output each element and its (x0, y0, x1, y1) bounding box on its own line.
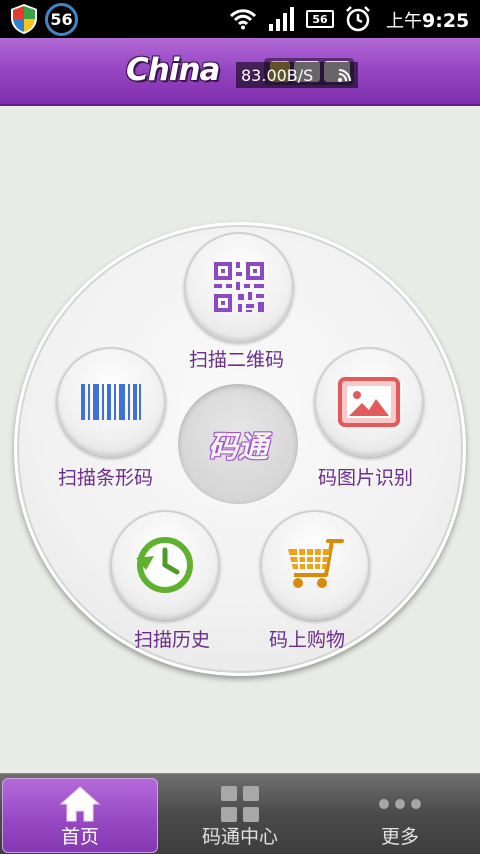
alarm-icon (346, 6, 370, 32)
network-speed-overlay: 83.00B/S (236, 62, 358, 88)
image-recognition-button[interactable] (314, 347, 424, 457)
shopping-cart-icon (288, 539, 344, 588)
scan-qr-label: 扫描二维码 (189, 349, 285, 371)
rss-icon (338, 69, 351, 82)
tab-more-label: 更多 (380, 826, 419, 848)
clock: 上午9:25 (386, 7, 476, 32)
scan-history-button[interactable] (110, 510, 220, 620)
shopping-button[interactable] (260, 510, 370, 620)
scan-barcode-label: 扫描条形码 (58, 467, 154, 489)
clock-period: 上午 (386, 11, 422, 32)
more-dots-icon (379, 799, 421, 809)
wifi-icon (229, 9, 257, 30)
history-clock-icon (136, 537, 193, 593)
scan-qr-button[interactable] (184, 232, 294, 342)
grid-icon (221, 786, 259, 822)
network-speed: 83.00B/S (241, 65, 314, 85)
shopping-label: 码上购物 (269, 629, 346, 651)
picture-icon (338, 377, 400, 427)
bottom-navigation: 首页 码通中心 更多 (0, 773, 480, 854)
tab-home-label: 首页 (60, 826, 99, 848)
tab-center[interactable]: 码通中心 (161, 778, 319, 853)
scan-barcode-button[interactable] (56, 347, 166, 457)
qr-code-icon (214, 262, 264, 312)
notification-badge: 56 (45, 3, 78, 36)
shield-icon (11, 4, 37, 34)
home-icon (59, 786, 101, 822)
image-recognition-label: 码图片识别 (318, 467, 414, 489)
logo-text: China (126, 52, 220, 88)
barcode-icon (81, 384, 141, 420)
clock-time: 9:25 (422, 10, 470, 32)
tab-more[interactable]: 更多 (322, 778, 478, 853)
tab-home[interactable]: 首页 (2, 778, 158, 853)
signal-icon (269, 7, 294, 31)
scan-history-label: 扫描历史 (134, 629, 211, 651)
status-bar: 56 56 上午9:25 (0, 0, 480, 38)
network-indicator: 56 (306, 10, 334, 28)
center-logo: 码通 (178, 384, 298, 504)
tab-center-label: 码通中心 (201, 826, 278, 848)
